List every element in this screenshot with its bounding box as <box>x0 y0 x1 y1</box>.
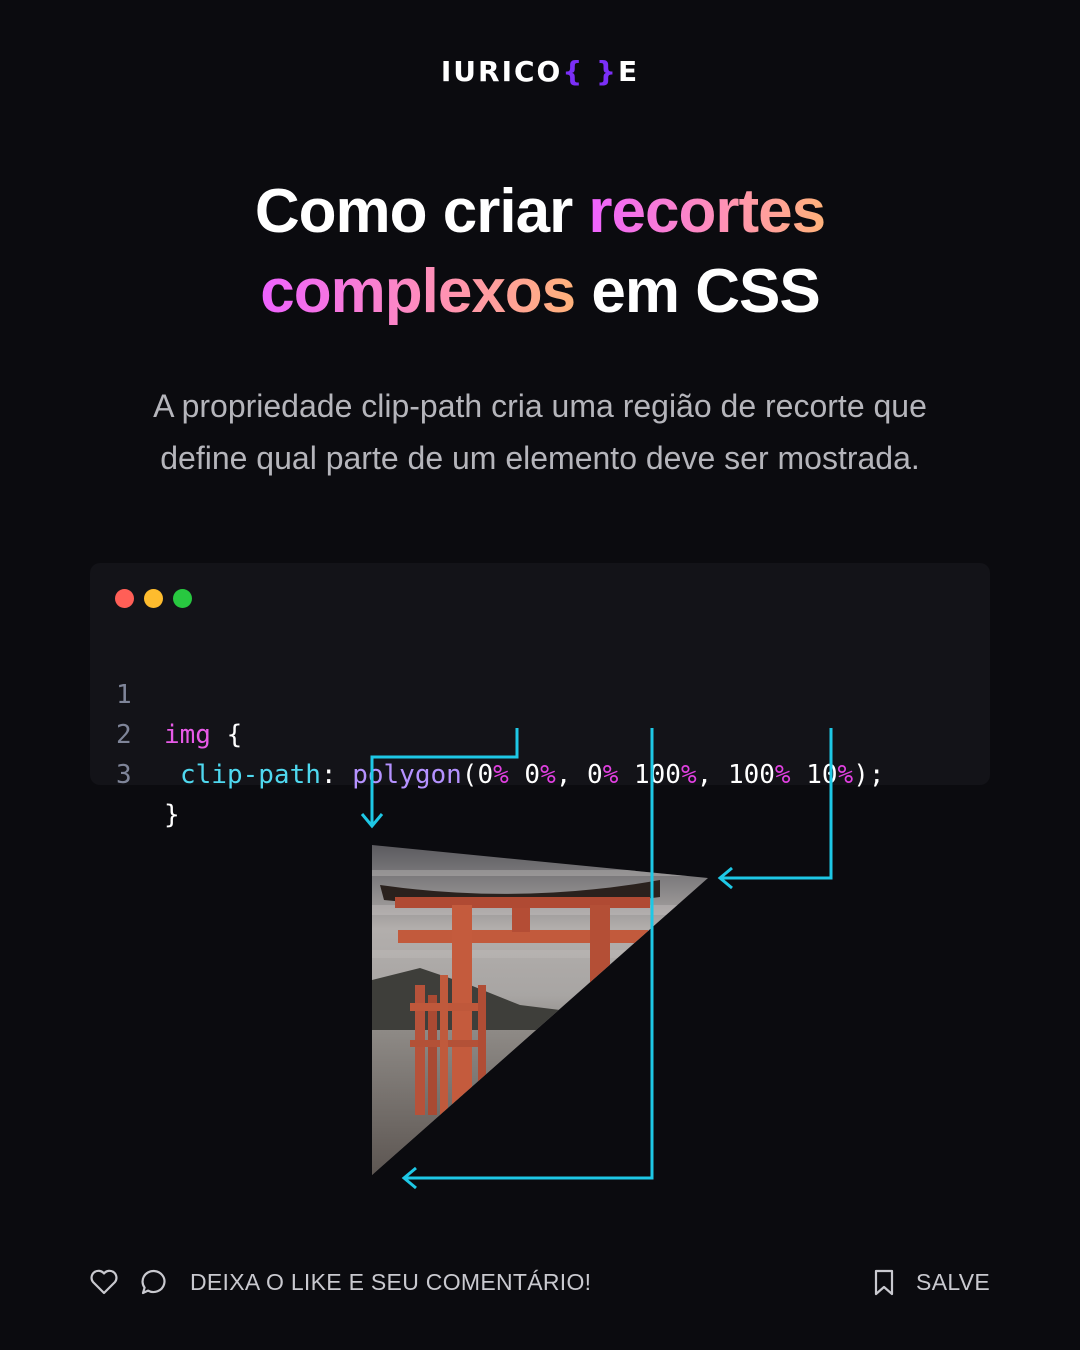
window-close-dot <box>115 589 134 608</box>
window-maximize-dot <box>173 589 192 608</box>
css-function: polygon <box>352 760 462 790</box>
code-line-2: 2 clip-path: polygon(0% 0%, 0% 100%, 100… <box>90 675 885 790</box>
code-paren: ( <box>461 760 478 790</box>
css-selector: img <box>164 720 211 750</box>
logo-text-end: E <box>617 55 640 88</box>
page-subtitle: A propriedade clip-path cria uma região … <box>153 388 927 476</box>
brand-logo: IURICO{ }E <box>0 52 1080 92</box>
code-line-1: 1 img { <box>90 635 242 750</box>
save-label[interactable]: SALVE <box>916 1269 990 1296</box>
logo-brace-open: { <box>562 55 585 88</box>
unit: % <box>540 760 556 790</box>
value-x3: 100 <box>727 760 775 790</box>
code-colon: : <box>320 760 353 790</box>
code-brace-open: { <box>210 720 243 750</box>
unit: % <box>774 760 791 790</box>
footer-cta: DEIXA O LIKE E SEU COMENTÁRIO! <box>88 1262 591 1302</box>
value-x2: 0 <box>587 760 603 790</box>
unit: % <box>493 760 509 790</box>
line-number: 3 <box>116 760 132 790</box>
arrowhead-left-icon <box>717 866 733 890</box>
code-brace-close: } <box>164 800 180 830</box>
torii-gate-image <box>372 845 708 1175</box>
footer-save[interactable]: SALVE <box>868 1262 990 1302</box>
value-y1: 0 <box>524 760 541 790</box>
heart-icon[interactable] <box>88 1266 120 1298</box>
window-minimize-dot <box>144 589 163 608</box>
unit: % <box>837 760 854 790</box>
unit: % <box>602 760 619 790</box>
title-line1-plain: Como criar <box>254 177 589 246</box>
value-y3: 10 <box>806 760 838 790</box>
logo-brace-close: } <box>596 55 618 88</box>
bookmark-icon[interactable] <box>868 1266 900 1298</box>
logo-text-start: IURICO <box>440 55 563 88</box>
code-separator: , <box>696 760 728 790</box>
unit: % <box>680 760 697 790</box>
footer-cta-text: DEIXA O LIKE E SEU COMENTÁRIO! <box>190 1268 592 1295</box>
css-property: clip-path <box>180 760 321 790</box>
arrowhead-left-icon <box>401 1166 417 1190</box>
title-line1-highlight: recortes <box>588 177 826 246</box>
value-y2: 100 <box>634 760 681 790</box>
arrowhead-down-icon <box>360 813 384 829</box>
arrow-point-2 <box>404 728 654 1180</box>
code-line-3: 3 } <box>90 715 180 830</box>
title-line2-highlight: complexos <box>260 257 576 326</box>
value-x1: 0 <box>477 760 494 790</box>
comment-icon[interactable] <box>138 1266 170 1298</box>
page-title: Como criar recortes complexos em CSS <box>0 172 1080 332</box>
code-close: ); <box>853 760 885 790</box>
code-separator: , <box>555 760 588 790</box>
code-window: 1 img { 2 clip-path: polygon(0% 0%, 0% 1… <box>90 563 990 830</box>
title-line2-plain: em CSS <box>575 257 820 326</box>
